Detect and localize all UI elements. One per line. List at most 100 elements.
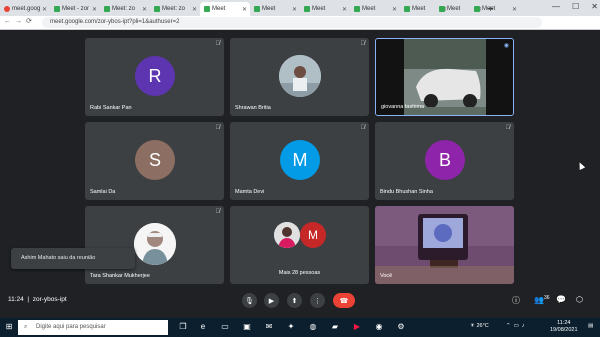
tab-label: Meet	[362, 6, 376, 12]
participant-name: Shrawan Britia	[235, 105, 271, 111]
mic-icon: 🎙	[245, 297, 254, 305]
app-icon[interactable]: ✦	[286, 322, 296, 332]
meet-favicon-icon	[154, 6, 160, 12]
meeting-time: 11:24	[8, 296, 24, 303]
meet-stage: 🎙̸ R Rabi Sankar Pan 🎙̸ Shrawan Britia ◉…	[0, 30, 600, 318]
tab-label: Meet - zor	[62, 6, 90, 12]
browser-tab[interactable]: Meet: zo ✕	[100, 2, 150, 16]
avatar: B	[425, 140, 465, 180]
participant-tile[interactable]: 🎙̸ Shrawan Britia	[230, 38, 369, 116]
mic-muted-icon: 🎙̸	[215, 125, 221, 131]
close-tab-icon[interactable]: ✕	[42, 6, 47, 13]
meet-favicon-icon	[474, 6, 480, 12]
info-icon[interactable]: ⓘ	[512, 295, 520, 306]
mic-muted-icon: 🎙̸	[505, 125, 511, 131]
close-tab-icon[interactable]: ✕	[142, 6, 147, 13]
participant-name: giovanna tashima	[381, 104, 425, 110]
tab-label: Meet	[262, 6, 276, 12]
speaking-indicator-icon: ◉	[503, 43, 509, 49]
taskbar-search[interactable]: ⌕ Digite aqui para pesquisar	[18, 320, 168, 335]
self-video-feed	[375, 206, 514, 284]
avatar: M	[300, 222, 326, 248]
maximize-icon[interactable]: ☐	[572, 2, 579, 11]
system-tray-icons[interactable]: ⌃▭♪	[506, 323, 528, 329]
person-photo-icon	[279, 55, 321, 97]
avatar: S	[135, 140, 175, 180]
mic-button[interactable]: 🎙	[242, 293, 257, 308]
app-icon[interactable]: ⚙	[396, 322, 406, 332]
new-tab-button[interactable]: +	[488, 2, 500, 16]
close-tab-icon[interactable]: ✕	[292, 6, 297, 13]
participant-tile[interactable]: 🎙̸ Tara Shankar Mukherjee	[85, 206, 224, 284]
tab-label: Meet	[312, 6, 326, 12]
participant-tile[interactable]: 🎙̸ M Mamta Devi	[230, 122, 369, 200]
person-photo-icon	[134, 223, 176, 265]
app-icon[interactable]: ◍	[308, 322, 318, 332]
participant-tile-speaking[interactable]: ◉ giovanna tashima	[375, 38, 514, 116]
more-vert-icon: ⋮	[314, 297, 321, 305]
avatar-photo	[279, 55, 321, 97]
meeting-time-code: 11:24 | zor-ybos-ipt	[8, 296, 67, 303]
browser-tab[interactable]: Meet: zo ✕	[150, 2, 200, 16]
camera-button[interactable]: ▶	[264, 293, 279, 308]
present-screen-icon: ⬆	[291, 297, 298, 305]
mic-muted-icon: 🎙̸	[215, 41, 221, 47]
navigation-icons[interactable]: ←→⟳	[4, 17, 36, 25]
file-explorer-icon[interactable]: ▭	[220, 322, 230, 332]
activities-icon[interactable]: ⬡	[576, 295, 583, 304]
browser-tab[interactable]: Meet ✕	[350, 2, 400, 16]
meet-favicon-icon	[254, 6, 260, 12]
weather-widget[interactable]: ☀ 26°C	[470, 323, 489, 329]
participant-tile[interactable]: 🎙̸ R Rabi Sankar Pan	[85, 38, 224, 116]
meet-favicon-icon	[54, 6, 60, 12]
mic-muted-icon: 🎙̸	[215, 209, 221, 215]
browser-tab[interactable]: Meet ✕	[250, 2, 300, 16]
people-icon[interactable]: 👥36	[534, 295, 550, 305]
meet-control-bar: 11:24 | zor-ybos-ipt 🎙 ▶ ⬆ ⋮ ☎ ⓘ 👥36 💬 ⬡	[0, 288, 600, 314]
close-tab-icon[interactable]: ✕	[512, 6, 517, 13]
close-tab-icon[interactable]: ✕	[392, 6, 397, 13]
minimize-icon[interactable]: —	[552, 2, 560, 11]
close-tab-icon[interactable]: ✕	[342, 6, 347, 13]
present-button[interactable]: ⬆	[287, 293, 302, 308]
close-tab-icon[interactable]: ✕	[192, 6, 197, 13]
tab-label: Meet	[212, 6, 226, 12]
avatar: M	[280, 140, 320, 180]
self-view-tile[interactable]: Você	[375, 206, 514, 284]
mail-icon[interactable]: ✉	[264, 322, 274, 332]
browser-tab[interactable]: Meet ✕	[300, 2, 350, 16]
close-window-icon[interactable]: ✕	[591, 2, 598, 11]
youtube-icon[interactable]: ▶	[352, 322, 362, 332]
avatar-photo	[274, 222, 300, 248]
participant-tile[interactable]: 🎙̸ B Bindu Bhushan Sinha	[375, 122, 514, 200]
participant-name: Rabi Sankar Pan	[90, 105, 132, 111]
leave-call-button[interactable]: ☎	[333, 293, 355, 308]
participant-name: Tara Shankar Mukherjee	[90, 273, 150, 279]
meet-favicon-icon	[204, 6, 210, 12]
close-tab-icon[interactable]: ✕	[92, 6, 97, 13]
chat-icon[interactable]: 💬	[556, 295, 566, 304]
notification-center-icon[interactable]: ▤	[588, 323, 593, 329]
taskbar-clock[interactable]: 11:24 19/08/2021	[550, 320, 578, 334]
address-bar[interactable]: meet.google.com/zor-ybos-ipt?pli=1&authu…	[42, 17, 542, 28]
browser-tab[interactable]: Meet - zor ✕	[50, 2, 100, 16]
participant-tile[interactable]: 🎙̸ S Samlai Da	[85, 122, 224, 200]
tab-label: Meet: zo	[112, 6, 136, 12]
tab-label: meet.goog	[12, 6, 41, 12]
mic-muted-icon: 🎙̸	[360, 41, 366, 47]
meeting-code: zor-ybos-ipt	[32, 296, 67, 303]
hang-up-icon: ☎	[339, 297, 349, 305]
chrome-icon[interactable]: ◉	[374, 322, 384, 332]
more-participants-tile[interactable]: M Mais 28 pessoas	[230, 206, 369, 284]
windows-start-icon[interactable]: ⊞	[4, 322, 14, 332]
tab-label: Meet	[447, 6, 461, 12]
close-tab-icon[interactable]: ✕	[242, 6, 247, 13]
store-icon[interactable]: ▣	[242, 322, 252, 332]
self-name: Você	[380, 273, 393, 279]
task-view-icon[interactable]: ❐	[178, 322, 188, 332]
edge-icon[interactable]: e	[198, 322, 208, 332]
app-icon[interactable]: ▰	[330, 322, 340, 332]
browser-tab[interactable]: meet.goog ✕	[0, 2, 50, 16]
more-options-button[interactable]: ⋮	[310, 293, 325, 308]
browser-tab-active[interactable]: Meet ✕	[200, 2, 250, 16]
